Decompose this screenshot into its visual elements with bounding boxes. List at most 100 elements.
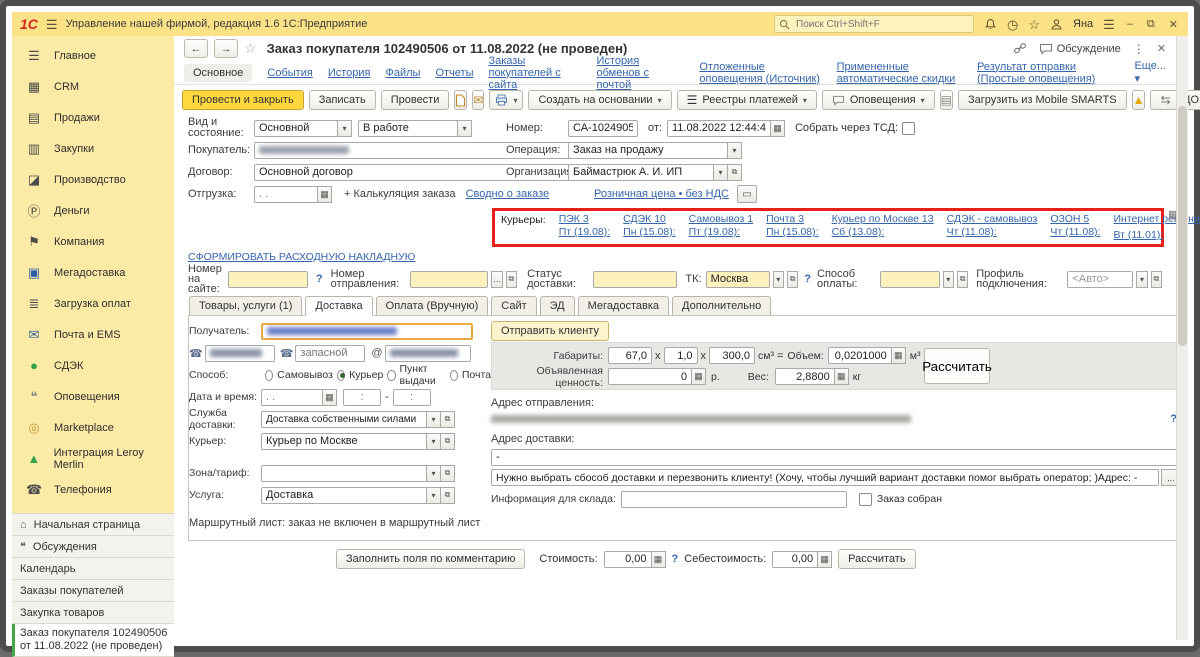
courier-link-cdek-pickup[interactable]: СДЭК - самовывозЧт (11.08):: [947, 213, 1038, 239]
volume-calc-button[interactable]: ▦: [891, 347, 906, 364]
create-based-on-button[interactable]: Создать на основании▾: [528, 90, 671, 110]
warehouse-info-input[interactable]: [621, 491, 847, 508]
sidebar-item-sales[interactable]: ▤Продажи: [12, 102, 174, 133]
calculate-cost-button[interactable]: Рассчитать: [838, 549, 915, 569]
profile-open-button[interactable]: ⧉: [1151, 271, 1162, 288]
nav-files[interactable]: Файлы: [386, 67, 421, 79]
volume-input[interactable]: [828, 347, 892, 364]
tab-ed[interactable]: ЭД: [540, 296, 575, 316]
favorites-star-icon[interactable]: ☆: [1028, 18, 1040, 31]
order-collected-checkbox[interactable]: [859, 493, 872, 506]
declared-value-input[interactable]: [608, 368, 692, 385]
search-input[interactable]: [794, 18, 969, 31]
order-kind-input[interactable]: [254, 120, 338, 137]
sidebar-item-production[interactable]: ◪Производство: [12, 164, 174, 195]
tab-main[interactable]: Основное: [184, 64, 252, 82]
state-dropdown-button[interactable]: ▾: [457, 120, 472, 137]
service-open-button[interactable]: ⧉: [440, 411, 455, 428]
nav-mail-exchange[interactable]: История обменов с почтой: [597, 55, 685, 91]
nav-site-orders[interactable]: Заказы покупателей с сайта: [488, 55, 581, 91]
email-input[interactable]: [385, 345, 471, 362]
organization-open-button[interactable]: ⧉: [727, 164, 742, 181]
shipment-number-open-button[interactable]: ⧉: [506, 271, 517, 288]
sidebar-item-company[interactable]: ⚑Компания: [12, 226, 174, 257]
phone-main-input[interactable]: [205, 345, 275, 362]
connection-profile-input[interactable]: [1067, 271, 1133, 288]
cost-input[interactable]: [604, 551, 652, 568]
main-menu-icon[interactable]: ☰: [46, 18, 58, 31]
tk-dropdown-button[interactable]: ▾: [773, 271, 784, 288]
shipment-date-input[interactable]: [254, 186, 318, 203]
more-menu-icon[interactable]: ⋮: [1133, 42, 1145, 56]
recipient-input[interactable]: [261, 323, 473, 340]
selfcost-calc-button[interactable]: ▦: [817, 551, 832, 568]
print-button[interactable]: ▾: [489, 90, 523, 110]
sidebar-item-active-order[interactable]: Заказ покупателя 102490506 от 11.08.2022…: [12, 624, 174, 657]
courier-link-post[interactable]: Почта 3Пн (15.08):: [766, 213, 818, 239]
order-date-input[interactable]: [667, 120, 771, 137]
date-calendar-button[interactable]: ▦: [770, 120, 785, 137]
sidebar-item-marketplace[interactable]: ◎Marketplace: [12, 412, 174, 443]
sidebar-item-leroy-merlin[interactable]: ▲Интеграция Leroy Merlin: [12, 443, 174, 474]
back-button[interactable]: ←: [184, 39, 208, 58]
dim-width-input[interactable]: [664, 347, 698, 364]
courier-input[interactable]: [261, 433, 427, 450]
nav-events[interactable]: События: [267, 67, 312, 79]
send-to-client-button[interactable]: Отправить клиенту: [491, 321, 609, 341]
nav-deferred-alerts[interactable]: Отложенные оповещения (Источник): [699, 61, 821, 85]
usluga-open-button[interactable]: ⧉: [440, 487, 455, 504]
history-icon[interactable]: ◷: [1007, 18, 1018, 31]
service-dropdown-button[interactable]: ▾: [426, 411, 441, 428]
courier-link-moscow-courier[interactable]: Курьер по Москве 13Сб (13.08):: [832, 213, 934, 239]
sidebar-item-main[interactable]: ☰Главное: [12, 40, 174, 71]
marking-button[interactable]: ▲: [1132, 90, 1146, 110]
sidebar-item-cdek[interactable]: ●СДЭК: [12, 350, 174, 381]
nav-auto-discounts[interactable]: Примененные автоматические скидки: [837, 61, 962, 85]
taskbar-menu-icon[interactable]: ☰: [1103, 18, 1115, 31]
delivery-service-input[interactable]: [261, 411, 427, 428]
delivery-date-input[interactable]: [261, 389, 323, 406]
zone-open-button[interactable]: ⧉: [440, 465, 455, 482]
sidebar-item-home[interactable]: ⌂Начальная страница: [12, 514, 174, 536]
radio-courier[interactable]: [337, 370, 345, 381]
vertical-scrollbar[interactable]: [1176, 36, 1188, 640]
price-card-button[interactable]: ▭: [737, 185, 757, 203]
order-number-input[interactable]: [568, 120, 638, 137]
discussion-button[interactable]: Обсуждение: [1039, 43, 1121, 55]
nav-reports[interactable]: Отчеты: [435, 67, 473, 79]
tk-open-button[interactable]: ⧉: [787, 271, 798, 288]
time-from-input[interactable]: [343, 389, 381, 406]
forward-button[interactable]: →: [214, 39, 238, 58]
favorite-star-icon[interactable]: ☆: [244, 40, 257, 57]
usluga-input[interactable]: [261, 487, 427, 504]
radio-post[interactable]: [450, 370, 458, 381]
organization-dropdown-button[interactable]: ▾: [713, 164, 728, 181]
zone-tariff-input[interactable]: [261, 465, 427, 482]
profile-dropdown-button[interactable]: ▾: [1136, 271, 1147, 288]
weight-input[interactable]: [775, 368, 835, 385]
zone-dropdown-button[interactable]: ▾: [426, 465, 441, 482]
courier-dropdown-button[interactable]: ▾: [426, 433, 441, 450]
nav-send-result[interactable]: Результат отправки (Простые оповещения): [977, 61, 1119, 85]
sidebar-item-goods-purchase[interactable]: Закупка товаров: [12, 602, 174, 624]
cost-calc-button[interactable]: ▦: [651, 551, 666, 568]
load-mobile-smarts-button[interactable]: Загрузить из Mobile SMARTS: [958, 90, 1127, 110]
order-summary-link[interactable]: Сводно о заказе: [466, 188, 550, 200]
courier-link-ozon[interactable]: ОЗОН 5Чт (11.08):: [1050, 213, 1100, 239]
send-email-button[interactable]: ✉: [472, 90, 484, 110]
sidebar-item-purchases[interactable]: ▥Закупки: [12, 133, 174, 164]
payment-method-input[interactable]: [880, 271, 940, 288]
radio-pickup[interactable]: [265, 370, 273, 381]
minimize-button[interactable]: –: [1125, 18, 1135, 30]
post-button[interactable]: Провести: [381, 90, 450, 110]
sidebar-item-post-ems[interactable]: ✉Почта и EMS: [12, 319, 174, 350]
price-type-link[interactable]: Розничная цена • без НДС: [594, 188, 729, 200]
restore-button[interactable]: ⧉: [1145, 18, 1157, 31]
courier-link-pek[interactable]: ПЭК 3Пт (19.08):: [559, 213, 610, 239]
close-window-button[interactable]: ✕: [1167, 18, 1180, 31]
address-to-input[interactable]: [491, 449, 1181, 466]
delivery-date-calendar-button[interactable]: ▦: [322, 389, 337, 406]
sidebar-item-payments-upload[interactable]: ≣Загрузка оплат: [12, 288, 174, 319]
nav-more-button[interactable]: Еще... ▾: [1134, 60, 1166, 85]
nav-history[interactable]: История: [328, 67, 371, 79]
